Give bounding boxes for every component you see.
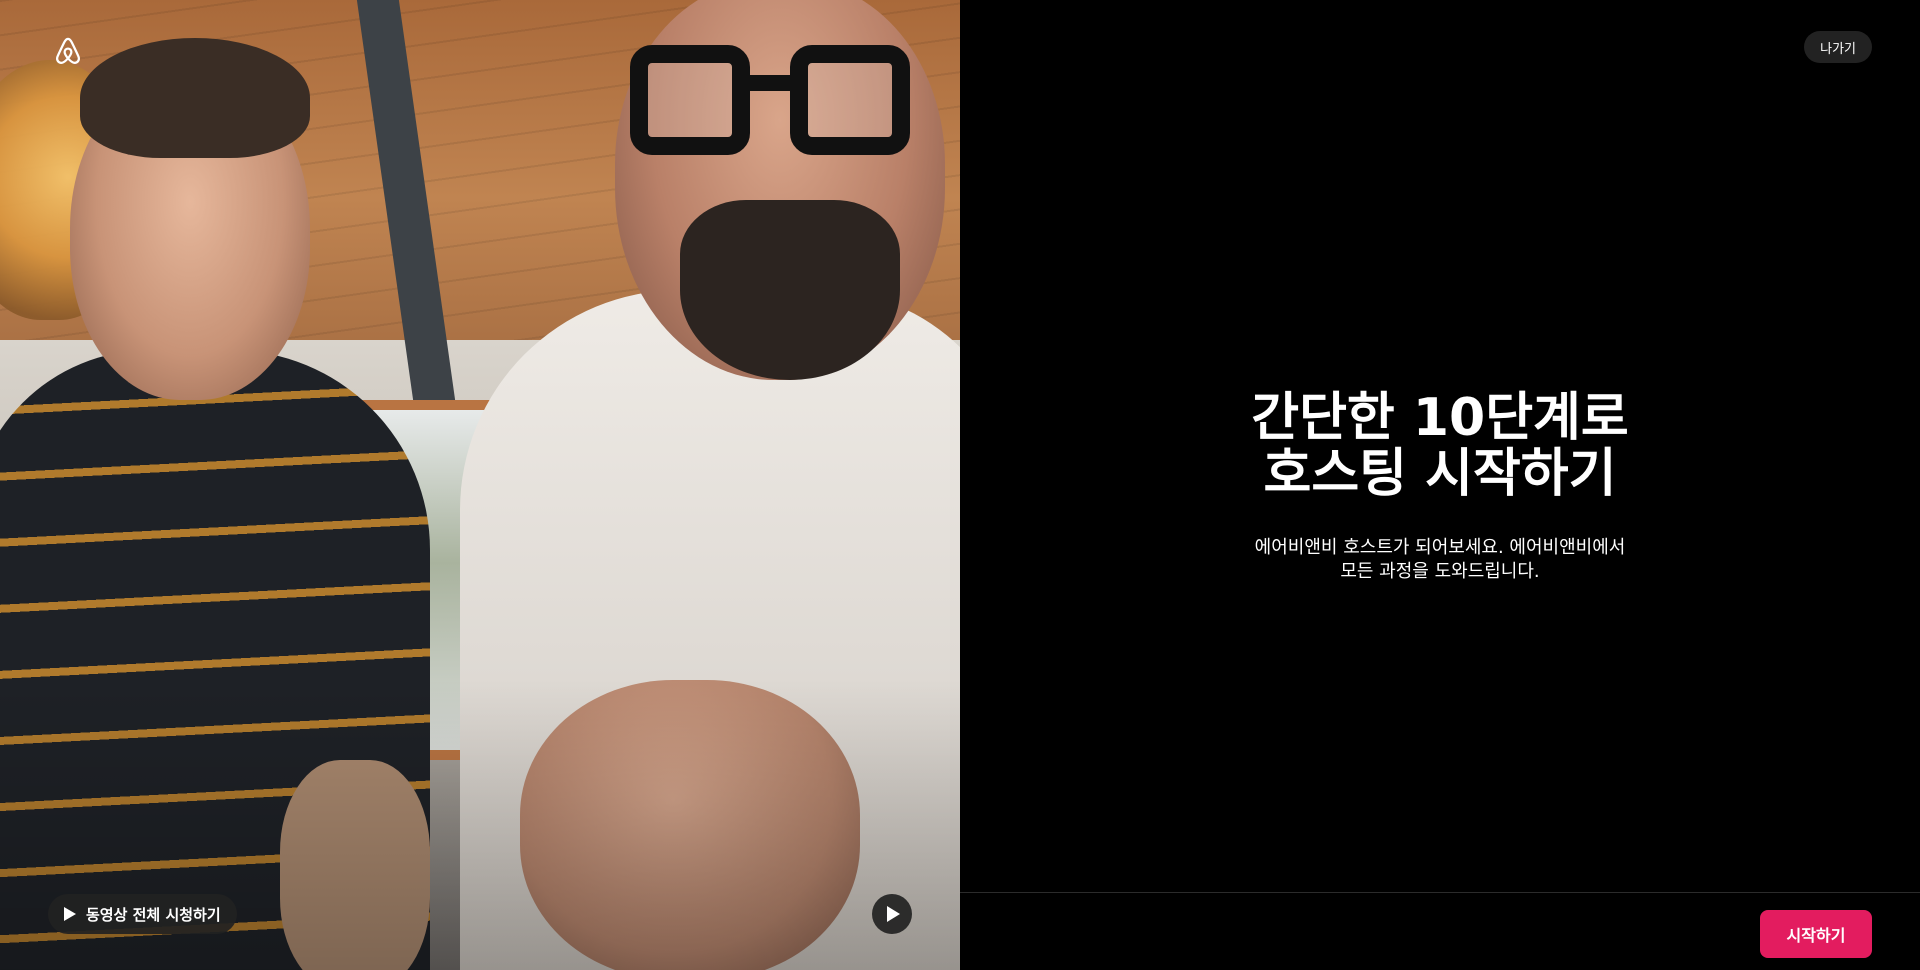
host-video-panel: 동영상 전체 시청하기: [0, 0, 960, 970]
watch-full-video-button[interactable]: 동영상 전체 시청하기: [48, 894, 237, 934]
play-icon: [887, 906, 900, 922]
airbnb-logo-icon[interactable]: [53, 35, 83, 67]
page-subtitle-line-2: 모든 과정을 도와드립니다.: [1340, 561, 1540, 582]
play-icon: [64, 907, 76, 921]
watch-full-video-label: 동영상 전체 시청하기: [86, 905, 221, 924]
page-title: 간단한 10단계로 호스팅 시작하기: [960, 390, 1920, 502]
hero: 간단한 10단계로 호스팅 시작하기 에어비앤비 호스트가 되어보세요. 에어비…: [960, 390, 1920, 584]
start-button-label: 시작하기: [1786, 926, 1846, 945]
page: 동영상 전체 시청하기 나가기 간단한 10단계로 호스팅 시작하기 에어비앤비…: [0, 0, 1920, 970]
page-subtitle-line-1: 에어비앤비 호스트가 되어보세요. 에어비앤비에서: [1254, 537, 1626, 558]
exit-button-label: 나가기: [1820, 41, 1856, 57]
page-title-line-2: 호스팅 시작하기: [1263, 444, 1617, 504]
video-shade: [0, 0, 960, 970]
play-video-button[interactable]: [872, 894, 912, 934]
start-button[interactable]: 시작하기: [1760, 910, 1872, 958]
page-title-line-1: 간단한 10단계로: [1251, 388, 1629, 448]
exit-button[interactable]: 나가기: [1804, 31, 1872, 63]
page-subtitle: 에어비앤비 호스트가 되어보세요. 에어비앤비에서 모든 과정을 도와드립니다.: [960, 536, 1920, 584]
onboarding-panel: 나가기 간단한 10단계로 호스팅 시작하기 에어비앤비 호스트가 되어보세요.…: [960, 0, 1920, 970]
footer-divider: [960, 892, 1920, 893]
